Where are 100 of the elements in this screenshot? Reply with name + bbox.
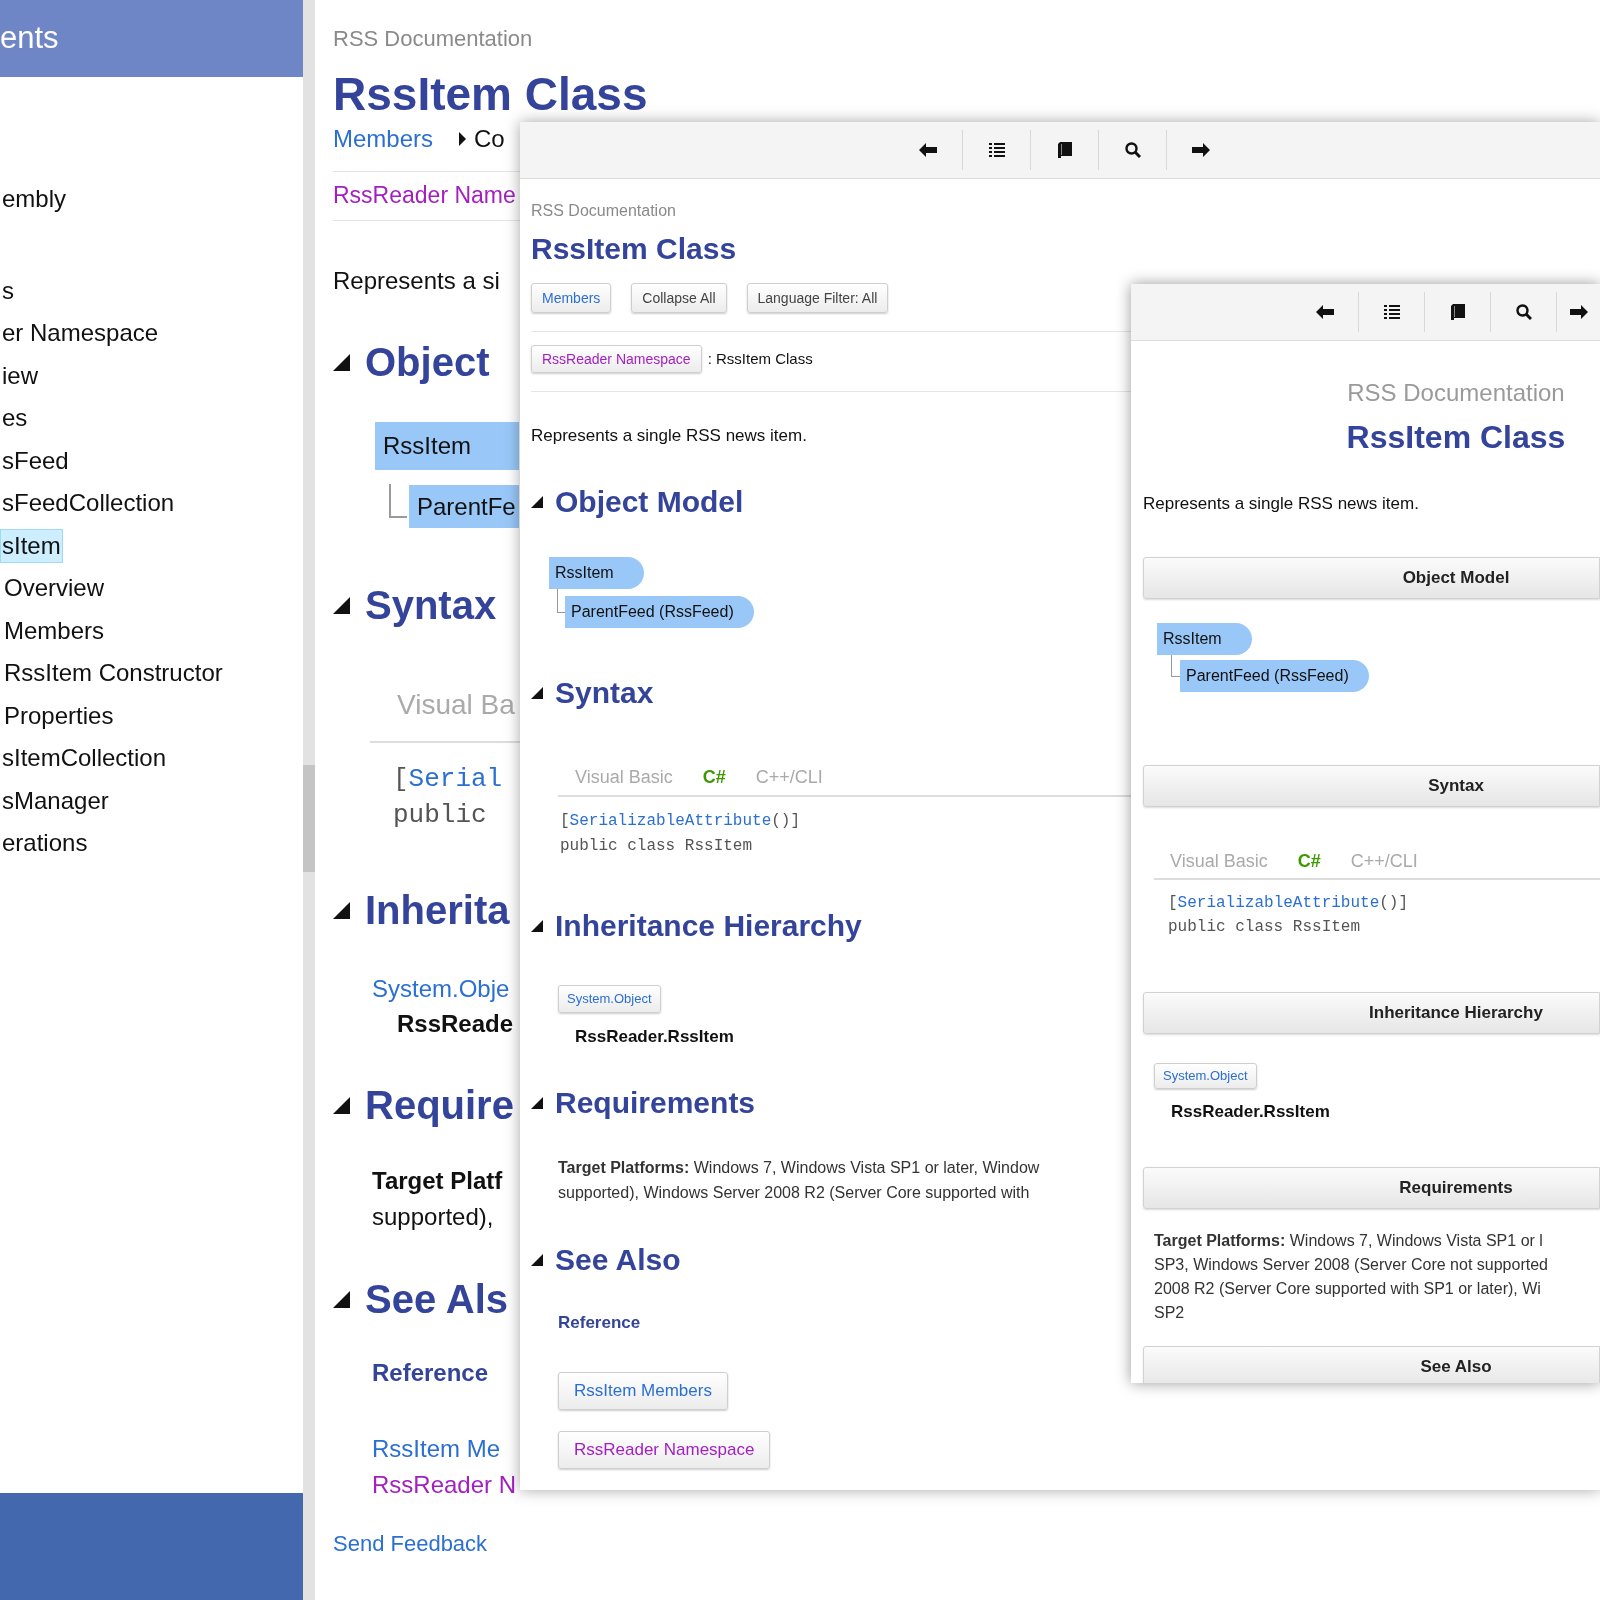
requirements-text: Target Platforms: Windows 7, Windows Vista SP1 or later, Window supported), Windows Server 2008 R2 (Server Core supported with — [558, 1158, 1040, 1203]
sidebar-item[interactable]: sManager — [0, 783, 111, 818]
namespace-button[interactable]: RssReader Namespace — [531, 345, 702, 373]
collapse-toggle-icon[interactable] — [531, 1254, 543, 1266]
type-name: RssReader.RssItem — [575, 1026, 734, 1048]
section-heading[interactable]: Syntax — [365, 581, 497, 629]
section-heading: Requirements — [1399, 1178, 1513, 1197]
object-node[interactable]: ParentFeed (RssFeed) — [1180, 660, 1369, 692]
section-heading[interactable]: See Also — [555, 1242, 681, 1278]
type-name: RssReader.RssItem — [1171, 1101, 1330, 1123]
page-title: RssItem Class — [1346, 419, 1566, 455]
reference-button[interactable]: RssItem Members — [558, 1372, 728, 1410]
sidebar-item[interactable]: sItemCollection — [0, 741, 169, 776]
book-icon — [1450, 304, 1465, 320]
menu-link[interactable]: Co — [459, 126, 505, 152]
toolbar-action-button[interactable]: Collapse All — [631, 283, 727, 313]
code-line: public — [393, 799, 487, 832]
object-node[interactable]: ParentFeed (RssFeed) — [565, 596, 754, 628]
page-title: RssItem Class — [531, 231, 737, 267]
sidebar-item[interactable]: Properties — [3, 698, 115, 733]
product-name: RSS Documentation — [531, 201, 676, 221]
object-node[interactable]: RssItem — [375, 422, 519, 470]
language-tab[interactable]: C# — [702, 764, 726, 790]
collapse-toggle-icon[interactable] — [333, 901, 350, 919]
feedback-link[interactable]: Send Feedback — [333, 1529, 488, 1559]
section-bar[interactable]: Object Model — [1143, 557, 1600, 599]
sidebar-item[interactable]: sItem — [0, 528, 63, 563]
object-node[interactable]: ParentFe — [409, 485, 519, 528]
subheading: Reference — [372, 1358, 489, 1388]
sidebar-item[interactable]: RssItem Constructor — [3, 656, 224, 691]
members-button[interactable]: Members — [531, 283, 612, 313]
type-name: RssReade — [397, 1009, 514, 1039]
section-heading[interactable]: See Als — [365, 1275, 509, 1323]
code-line: [Serial — [393, 763, 503, 796]
section-heading: Syntax — [1428, 776, 1484, 795]
reference-button[interactable]: RssReader Namespace — [558, 1431, 771, 1469]
code-line: public class RssItem — [1168, 917, 1361, 938]
collapse-toggle-icon[interactable] — [531, 687, 543, 699]
summary-text: Represents a single RSS news item. — [531, 425, 807, 447]
type-button[interactable]: System.Object — [558, 985, 661, 1013]
language-tab[interactable]: C# — [1297, 848, 1321, 874]
collapse-toggle-icon[interactable] — [333, 353, 350, 371]
sidebar-item[interactable]: Members — [3, 613, 106, 648]
section-bar[interactable]: Inheritance Hierarchy — [1143, 992, 1600, 1034]
collapse-toggle-icon[interactable] — [531, 1097, 543, 1109]
breadcrumb-current: : RssItem Class — [707, 348, 813, 369]
object-node[interactable]: RssItem — [549, 557, 644, 589]
requirements-text: Target Platforms: Windows 7, Windows Vista SP1 or l SP3, Windows Server 2008 (Server Core not supported 2008 R2 (Server Core supported with SP1 or later), Wi SP2 — [1154, 1231, 1548, 1323]
sidebar-item[interactable]: sFeed — [0, 443, 71, 478]
book-icon — [1057, 142, 1072, 158]
section-heading[interactable]: Syntax — [555, 675, 654, 711]
page-title: RssItem Class — [333, 68, 648, 120]
section-bar[interactable]: See Also — [1143, 1346, 1600, 1383]
section-heading[interactable]: Object — [365, 338, 490, 386]
product-name: RSS Documentation — [1347, 379, 1565, 406]
toolbar-action-button[interactable]: Language Filter: All — [746, 283, 889, 313]
section-bar[interactable]: Requirements — [1143, 1167, 1600, 1209]
back-arrow-icon — [919, 143, 937, 157]
members-link[interactable]: Members — [333, 126, 434, 152]
caret-icon — [459, 132, 467, 146]
summary-text: Represents a si — [333, 266, 500, 296]
forward-arrow-icon — [1191, 143, 1210, 157]
object-node[interactable]: RssItem — [1157, 623, 1252, 655]
sidebar-item[interactable]: es — [0, 401, 30, 436]
section-heading[interactable]: Inherita — [365, 886, 510, 934]
section-heading[interactable]: Object Model — [555, 484, 744, 520]
collapse-toggle-icon[interactable] — [333, 1096, 350, 1114]
collapse-toggle-icon[interactable] — [333, 1290, 350, 1308]
section-bar[interactable]: Syntax — [1143, 765, 1600, 807]
sidebar-item[interactable]: iew — [0, 358, 40, 393]
namespace-link[interactable]: RssReader Name — [333, 181, 516, 209]
code-line: [SerializableAttribute()] — [1168, 893, 1409, 914]
sidebar-item[interactable]: Overview — [3, 571, 106, 606]
section-heading[interactable]: Requirements — [555, 1085, 756, 1121]
section-heading[interactable]: Require — [365, 1081, 514, 1129]
collapse-toggle-icon[interactable] — [531, 496, 543, 508]
code-line: [SerializableAttribute()] — [560, 811, 801, 832]
type-button[interactable]: System.Object — [1154, 1063, 1257, 1089]
scrollbar-thumb[interactable] — [303, 765, 315, 872]
search-icon — [1124, 142, 1141, 158]
type-link[interactable]: System.Obje — [372, 974, 510, 1004]
sidebar-item[interactable]: er Namespace — [0, 316, 161, 351]
sidebar-item[interactable]: erations — [0, 826, 90, 861]
sidebar-item[interactable]: s — [0, 273, 16, 308]
header-title: ents — [0, 19, 59, 58]
list-icon — [988, 142, 1005, 158]
connector-line — [389, 484, 407, 518]
section-heading: Inheritance Hierarchy — [1369, 1003, 1543, 1022]
sidebar-item[interactable]: sFeedCollection — [0, 486, 177, 521]
section-heading[interactable]: Inheritance Hierarchy — [555, 908, 862, 944]
collapse-toggle-icon[interactable] — [333, 596, 350, 614]
summary-text: Represents a single RSS news item. — [1143, 493, 1419, 515]
requirements-text: Target Platf supported), — [372, 1166, 503, 1232]
product-name: RSS Documentation — [333, 25, 533, 53]
reference-link[interactable]: RssReader N — [372, 1467, 517, 1503]
sidebar-item[interactable]: embly — [0, 182, 69, 217]
reference-link[interactable]: RssItem Me — [372, 1431, 500, 1467]
subheading: Reference — [558, 1312, 641, 1334]
collapse-toggle-icon[interactable] — [531, 920, 543, 932]
list-icon — [1383, 304, 1400, 320]
